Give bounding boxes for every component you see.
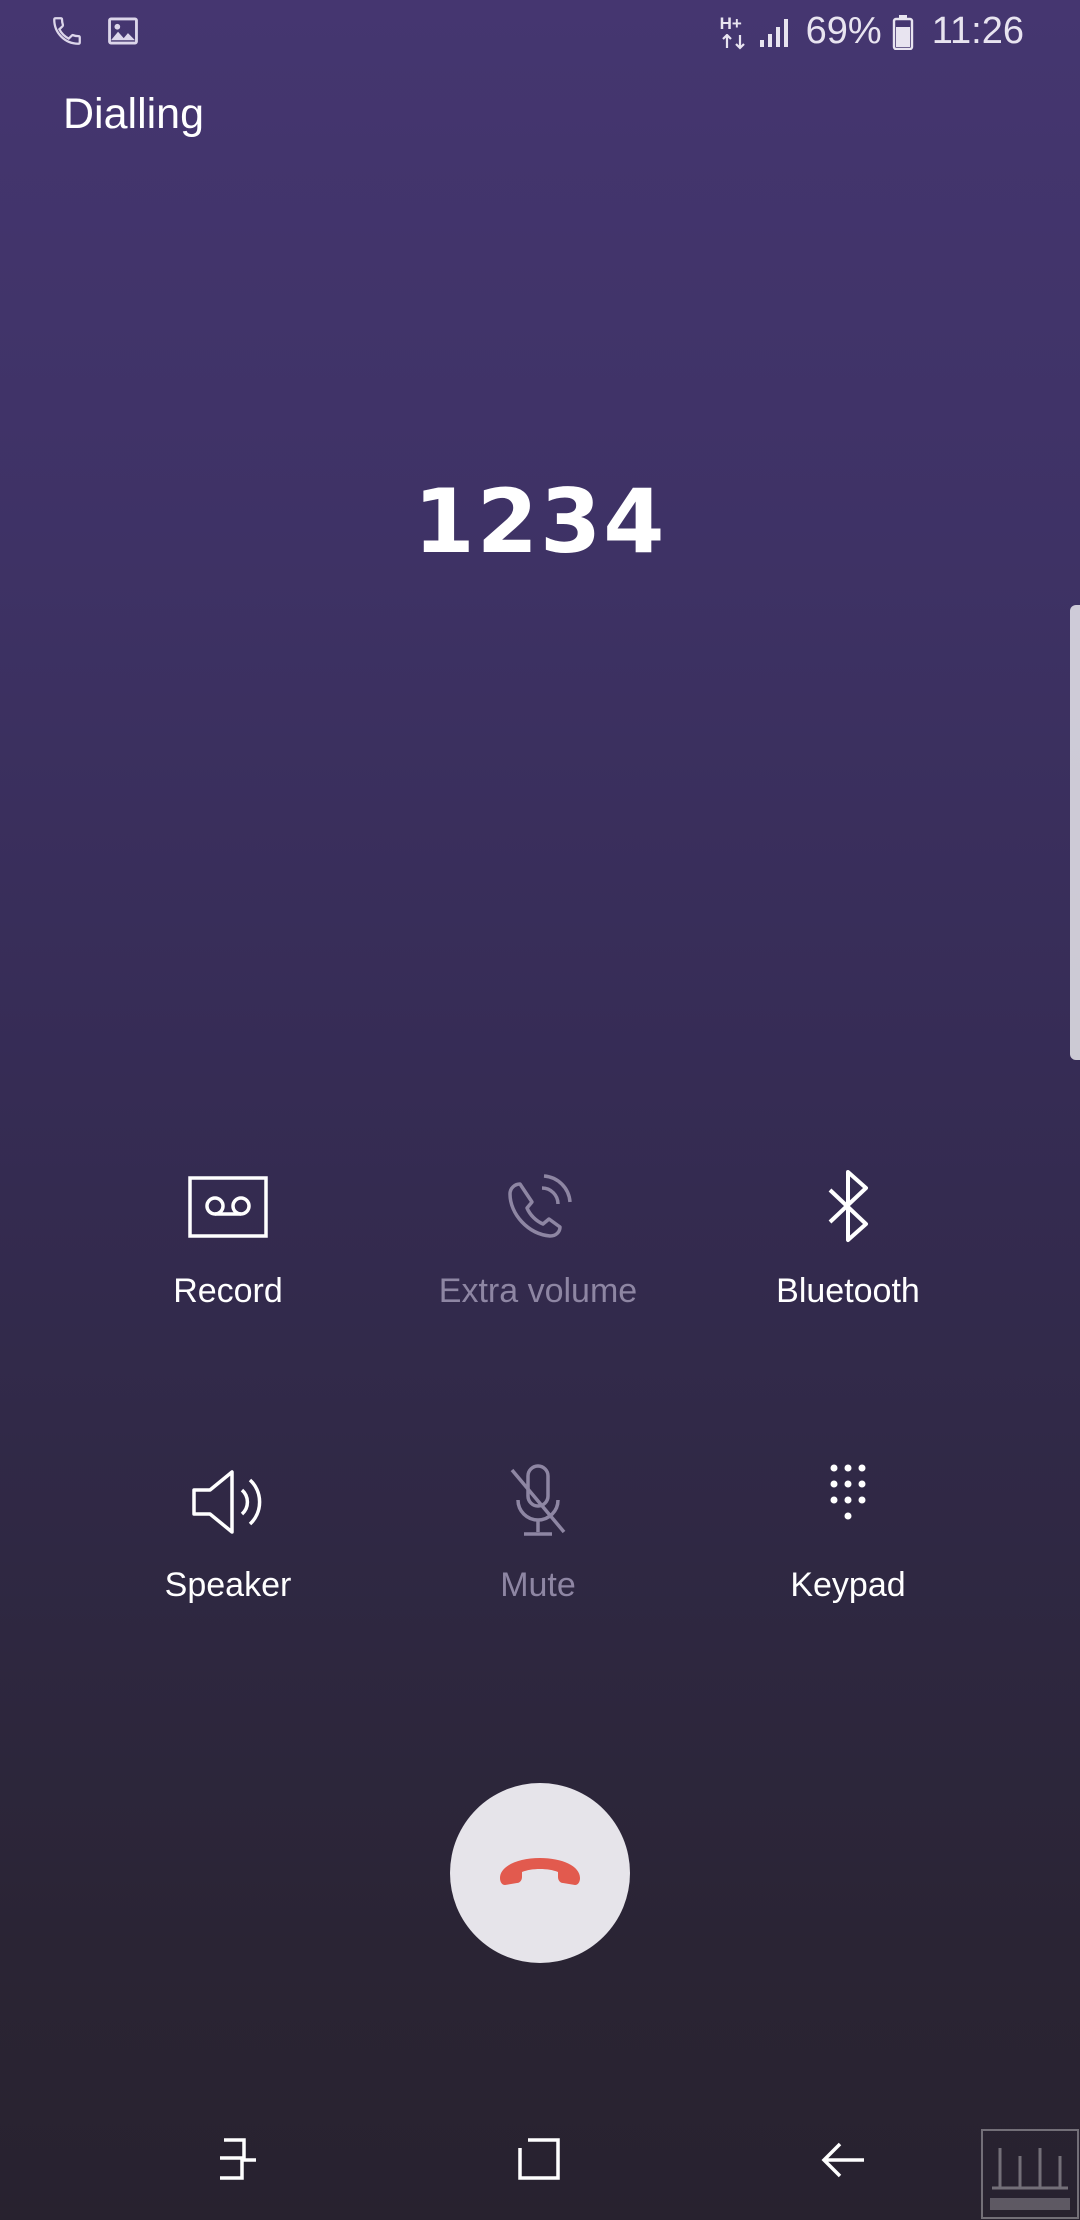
status-bar: H+ 69% 11:26 (0, 0, 1080, 68)
network-type-indicator: H+ (720, 12, 748, 52)
mute-label: Mute (500, 1566, 576, 1604)
battery-percent: 69% (805, 10, 882, 52)
keypad-button[interactable]: Keypad (698, 1454, 998, 1604)
keypad-icon (830, 1464, 866, 1520)
bluetooth-icon (828, 1170, 868, 1242)
network-type: H+ (719, 13, 742, 33)
recent-apps-icon[interactable] (208, 2130, 268, 2190)
back-icon[interactable] (814, 2130, 874, 2190)
clock: 11:26 (931, 10, 1024, 52)
record-label: Record (173, 1272, 283, 1310)
phone-volume-icon (508, 1174, 572, 1238)
call-state-label: Dialling (63, 90, 205, 138)
image-icon (108, 17, 138, 45)
data-arrows-icon (721, 33, 745, 50)
watermark-logo (981, 2129, 1079, 2219)
end-call-icon (500, 1858, 580, 1885)
end-call-button[interactable] (450, 1783, 630, 1963)
record-button[interactable]: Record (78, 1160, 378, 1310)
status-notifications (50, 14, 140, 48)
status-system: H+ 69% 11:26 (720, 10, 1024, 53)
microphone-off-icon (510, 1464, 566, 1536)
voicemail-tape-icon (188, 1176, 268, 1238)
extra-volume-button[interactable]: Extra volume (388, 1160, 688, 1310)
speaker-icon (192, 1470, 262, 1534)
keypad-label: Keypad (790, 1566, 906, 1604)
bluetooth-label: Bluetooth (776, 1272, 920, 1310)
bluetooth-button[interactable]: Bluetooth (698, 1160, 998, 1310)
edge-panel-handle[interactable] (1070, 605, 1080, 1060)
speaker-label: Speaker (164, 1566, 292, 1604)
extra-volume-label: Extra volume (438, 1272, 638, 1310)
speaker-button[interactable]: Speaker (78, 1454, 378, 1604)
battery-icon (892, 14, 913, 50)
signal-icon (759, 18, 788, 47)
home-icon[interactable] (510, 2130, 570, 2190)
mute-button[interactable]: Mute (388, 1454, 688, 1604)
phone-icon (53, 17, 81, 45)
dialled-number: 1234 (413, 470, 667, 573)
navigation-bar (0, 2110, 1080, 2210)
